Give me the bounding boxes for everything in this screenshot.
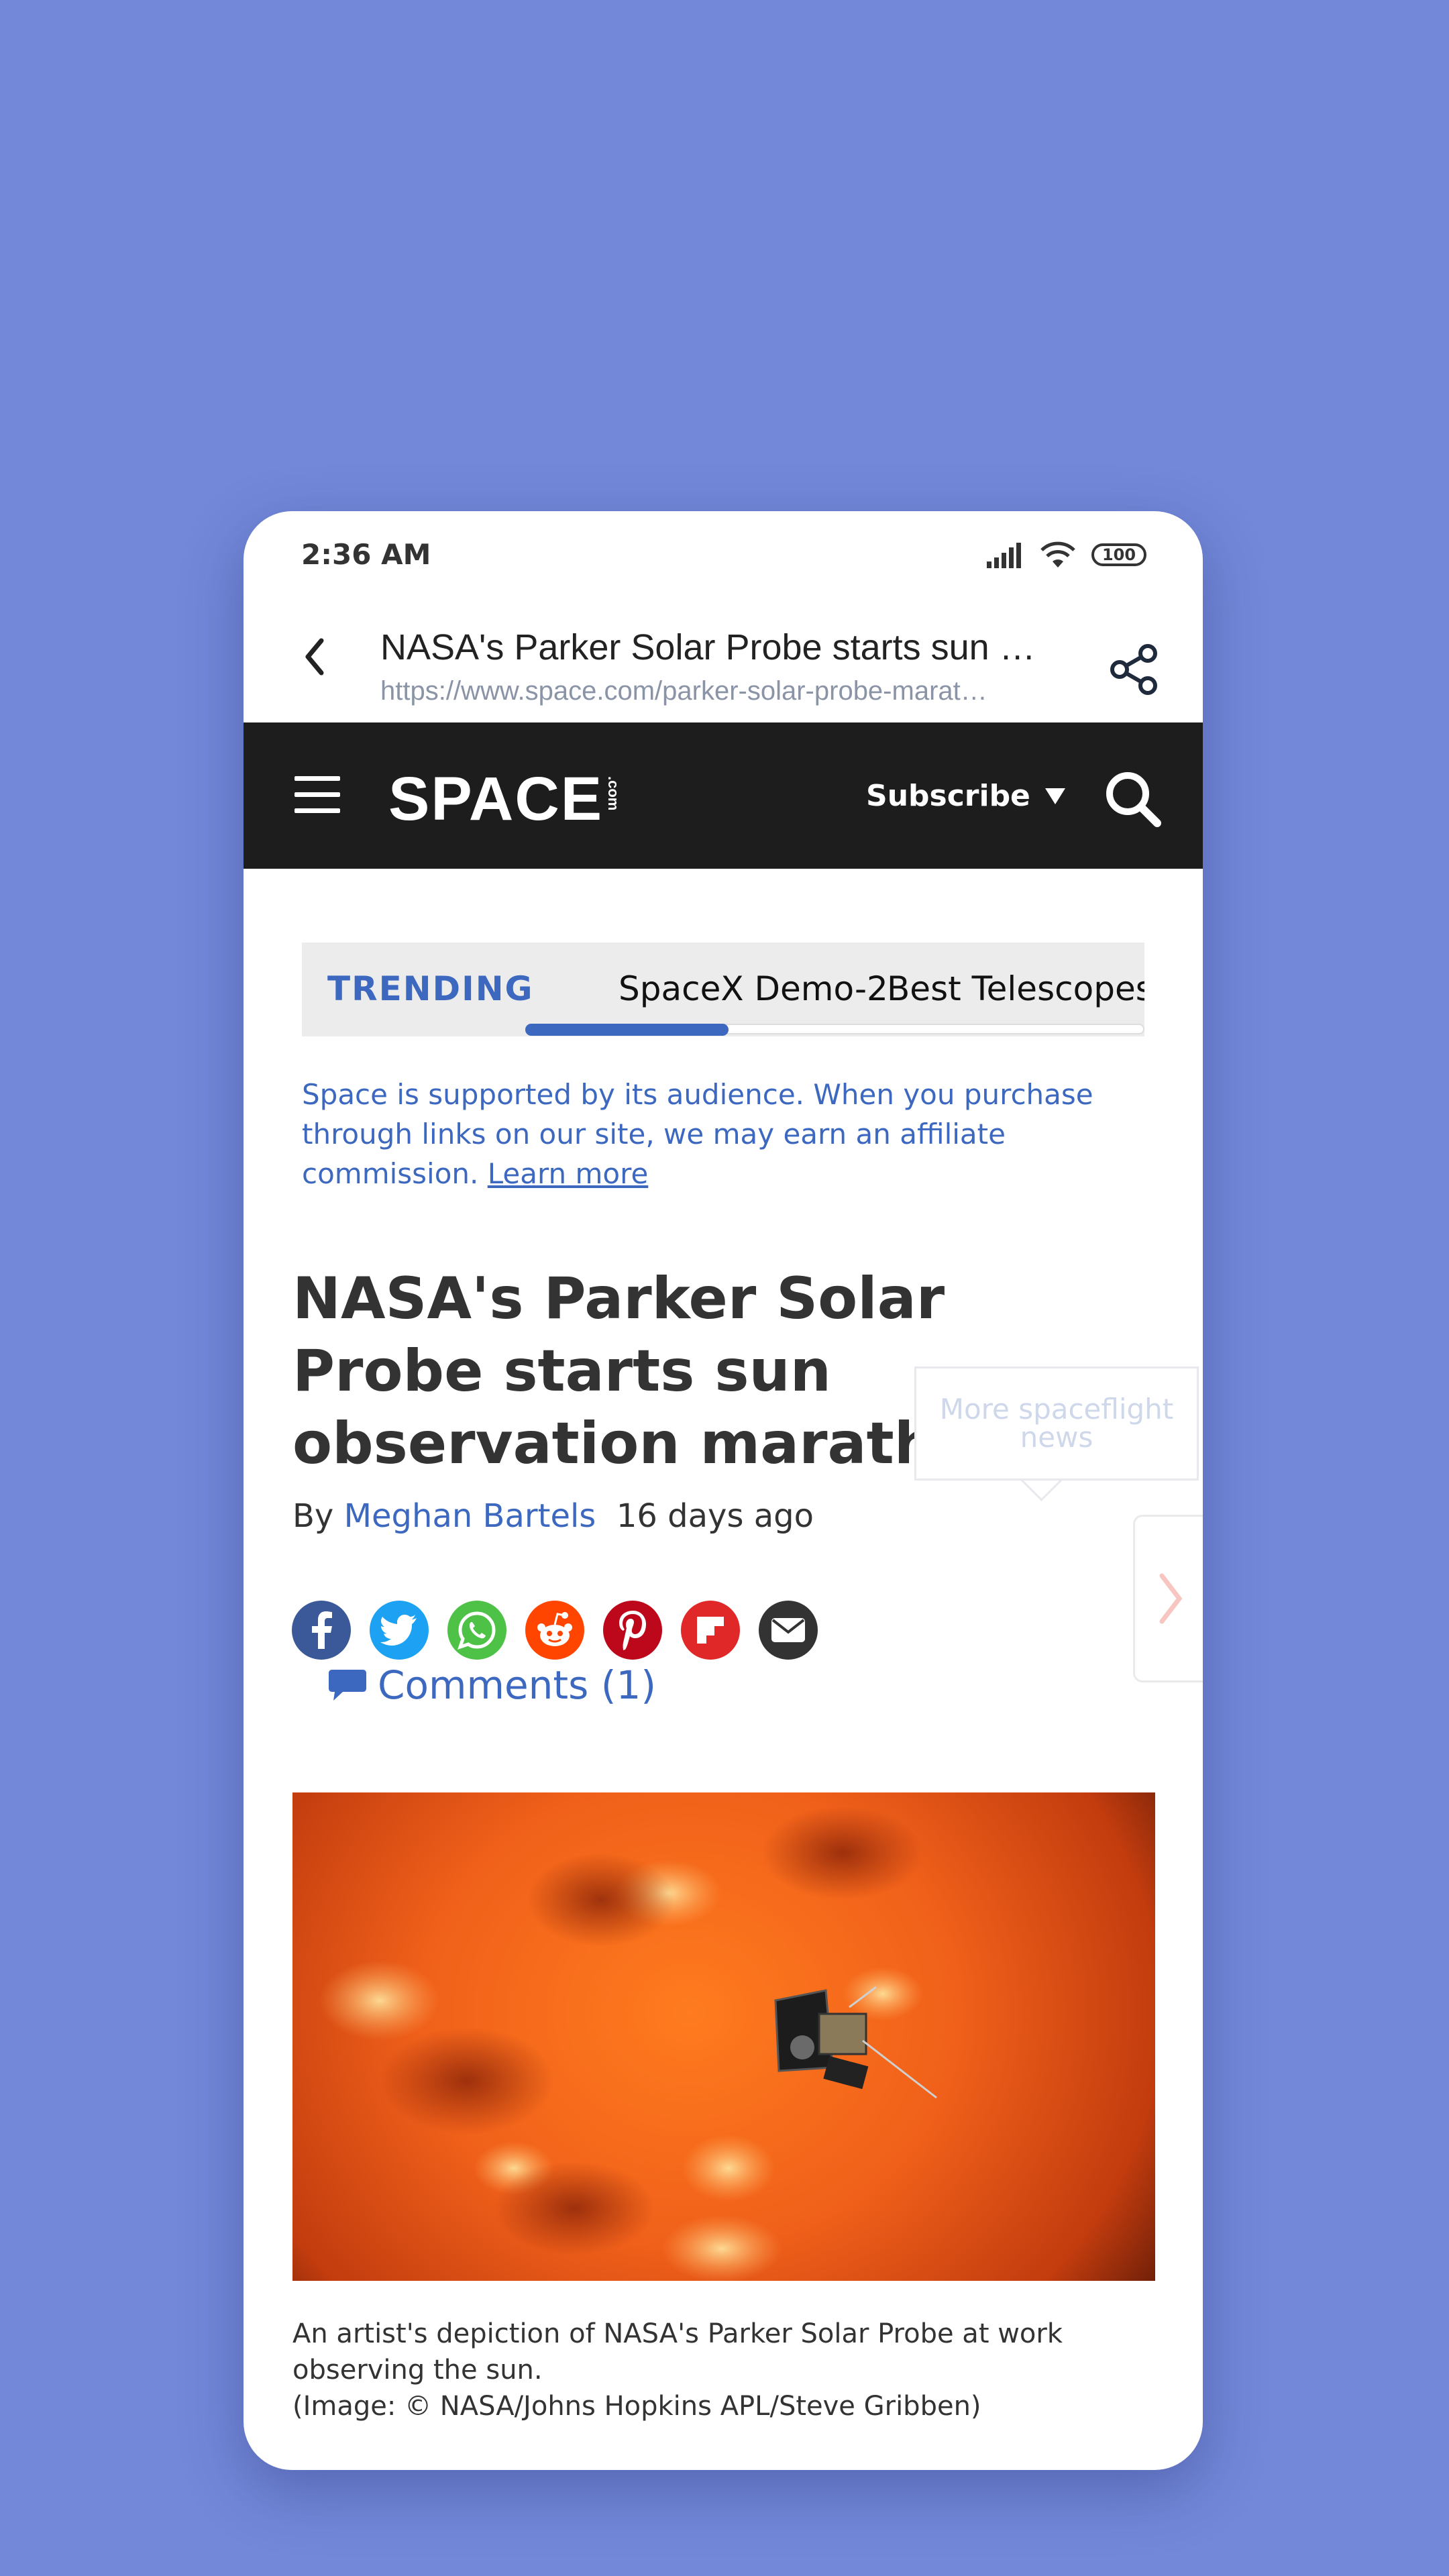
search-icon[interactable] [1102,768,1163,828]
status-time: 2:36 AM [301,538,431,571]
sun-illustration [319,1806,937,2281]
comments-label: Comments (1) [378,1662,656,1708]
phone-frame: 2:36 AM 100 NASA's Parker Solar Probe st… [244,511,1203,2470]
share-bar [292,1601,818,1660]
more-news-label: More spaceflight news [939,1393,1174,1454]
trending-scroll-thumb[interactable] [525,1024,729,1036]
signal-icon [987,543,1021,568]
page-title: NASA's Parker Solar Probe starts sun o… [380,627,1051,667]
hamburger-menu-icon[interactable] [294,776,340,814]
affiliate-notice: Space is supported by its audience. When… [302,1075,1147,1193]
comment-bubble-icon [329,1670,366,1701]
trending-item-telescopes[interactable]: Best Telescopes [887,969,1144,1008]
facebook-icon[interactable] [292,1601,351,1660]
battery-icon: 100 [1091,543,1146,566]
email-icon[interactable] [759,1601,818,1660]
caption-credit: (Image: © NASA/Johns Hopkins APL/Steve G… [292,2391,981,2422]
hero-image[interactable] [292,1792,1155,2281]
logo-text: SPACE [388,765,604,833]
byline-prefix: By [292,1497,334,1535]
next-article-button[interactable] [1133,1515,1203,1682]
flipboard-icon[interactable] [681,1601,740,1660]
comments-link[interactable]: Comments (1) [328,1662,656,1708]
caption-text: An artist's depiction of NASA's Parker S… [292,2318,1063,2385]
site-logo[interactable]: SPACE .com [388,764,622,835]
pinterest-icon[interactable] [603,1601,662,1660]
byline: By Meghan Bartels 16 days ago [292,1497,814,1535]
status-icons: 100 [987,541,1146,569]
browser-bar: NASA's Parker Solar Probe starts sun o… … [244,598,1203,722]
page-url: https://www.space.com/parker-solar-probe… [380,676,987,706]
more-news-box[interactable]: More spaceflight news [914,1366,1199,1481]
back-button[interactable] [290,633,337,680]
caret-down-icon [1044,788,1065,804]
trending-item-spacex[interactable]: SpaceX Demo-2 [619,969,888,1008]
subscribe-label: Subscribe [866,779,1030,813]
reddit-icon[interactable] [525,1601,584,1660]
whatsapp-icon[interactable] [447,1601,506,1660]
published-time: 16 days ago [616,1497,814,1535]
chevron-left-icon [305,638,324,676]
author-link[interactable]: Meghan Bartels [344,1497,596,1535]
subscribe-button[interactable]: Subscribe [866,779,1067,813]
trending-label: TRENDING [327,969,534,1008]
image-caption: An artist's depiction of NASA's Parker S… [292,2316,1165,2424]
site-header: SPACE .com Subscribe [244,722,1203,869]
affiliate-text: Space is supported by its audience. When… [302,1078,1093,1190]
trending-bar: TRENDING SpaceX Demo-2 Best Telescopes [302,943,1144,1036]
logo-suffix: .com [605,776,623,811]
wifi-icon [1040,541,1075,568]
learn-more-link[interactable]: Learn more [488,1157,649,1190]
chevron-right-icon [1159,1573,1183,1624]
twitter-icon[interactable] [370,1601,429,1660]
share-icon[interactable] [1108,643,1161,696]
status-bar: 2:36 AM 100 [244,511,1203,598]
